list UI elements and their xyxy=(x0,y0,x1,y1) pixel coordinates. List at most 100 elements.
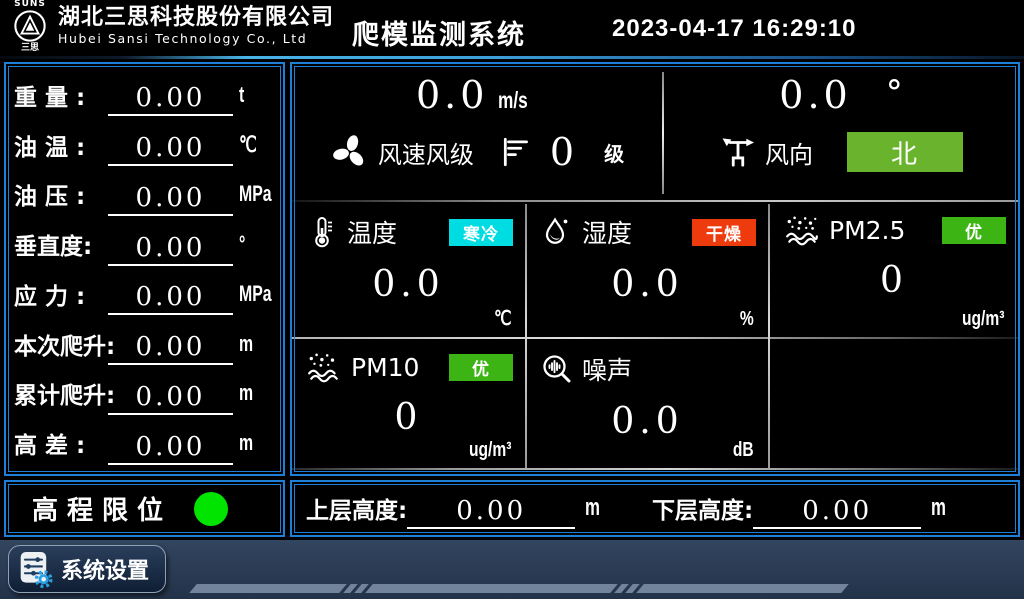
wind-speed-readout: 0.0 m/s xyxy=(292,76,662,114)
wind-direction-label: 风向 xyxy=(765,135,813,170)
metric-label: 高 差 : xyxy=(14,426,106,460)
wind-direction-row: 风向 北 xyxy=(664,132,1018,172)
wind-speed-unit: m/s xyxy=(498,87,528,114)
lower-height-unit: m xyxy=(931,494,946,522)
header: SUNS 三思 湖北三思科技股份有限公司 Hubei Sansi Technol… xyxy=(0,0,1024,56)
sensor-temperature: 温度 寒冷 0.0 ℃ xyxy=(292,202,525,337)
upper-height-label: 上层高度: xyxy=(306,491,407,525)
wind-vane-icon xyxy=(719,133,757,171)
dust-icon xyxy=(306,351,342,383)
logo-cn-text: 三思 xyxy=(6,44,54,53)
metric-unit: m xyxy=(239,331,265,357)
upper-height: 上层高度: 0.00 m xyxy=(306,489,607,527)
metric-value: 0.00 xyxy=(108,382,233,415)
metric-label: 油 压 : xyxy=(14,177,106,211)
status-badge: 干燥 xyxy=(692,219,756,246)
company-name-en: Hubei Sansi Technology Co., Ltd xyxy=(58,31,334,46)
metric-value: 0.00 xyxy=(108,83,233,116)
metric-verticality: 垂直度: 0.00 ° xyxy=(14,221,275,267)
wind-speed-value: 0.0 xyxy=(416,76,488,114)
decorative-strip xyxy=(193,584,845,593)
dust-icon xyxy=(784,214,820,246)
sensor-label: 湿度 xyxy=(582,214,632,250)
metric-label: 应 力 : xyxy=(14,277,106,311)
elevation-limit: 高程限位 xyxy=(6,482,283,535)
company-name: 湖北三思科技股份有限公司 Hubei Sansi Technology Co.,… xyxy=(58,5,334,46)
metric-oil-pressure: 油 压 : 0.00 MPa xyxy=(14,171,275,217)
metric-oil-temp: 油 温 : 0.00 ℃ xyxy=(14,122,275,168)
system-settings-button[interactable]: 系统设置 xyxy=(8,545,166,593)
bottom-bar: 系统设置 xyxy=(0,540,1024,599)
metric-unit: ° xyxy=(239,231,265,257)
status-badge: 寒冷 xyxy=(449,219,513,246)
metric-value: 0.00 xyxy=(108,183,233,216)
sensor-unit: ℃ xyxy=(493,306,511,331)
monitoring-screen: SUNS 三思 湖北三思科技股份有限公司 Hubei Sansi Technol… xyxy=(0,0,1024,599)
sensor-pm10: PM10 优 0 ug/m³ xyxy=(292,339,525,468)
logo-suns-text: SUNS xyxy=(6,0,54,9)
sensor-value: 0.0 xyxy=(292,264,525,305)
elevation-limit-label: 高程限位 xyxy=(32,490,172,527)
metric-unit: MPa xyxy=(239,181,265,207)
wind-direction-degree-unit: ° xyxy=(886,76,903,110)
lower-height-value: 0.00 xyxy=(753,496,921,529)
droplet-icon xyxy=(541,215,573,249)
suns-logo-icon xyxy=(12,9,48,43)
metric-unit: m xyxy=(239,430,265,456)
wind-level-row: 风速风级 0 级 xyxy=(292,132,662,172)
company-logo: SUNS 三思 xyxy=(6,0,54,53)
metric-value: 0.00 xyxy=(108,133,233,166)
settings-icon xyxy=(19,548,53,590)
lower-height: 下层高度: 0.00 m xyxy=(652,489,953,527)
header-divider xyxy=(0,56,1024,59)
settings-button-label: 系统设置 xyxy=(61,553,149,585)
metric-current-climb: 本次爬升: 0.00 m xyxy=(14,321,275,367)
metric-weight: 重 量 : 0.00 t xyxy=(14,72,275,118)
sensor-unit: ug/m³ xyxy=(962,308,1004,331)
metric-label: 油 温 : xyxy=(14,128,106,162)
sensor-unit: ug/m³ xyxy=(469,439,511,462)
wind-direction-readout: 0.0 ° xyxy=(664,76,1018,114)
thermometer-icon xyxy=(306,215,338,249)
wind-level-value: 0 xyxy=(550,133,578,171)
sensor-label: 噪声 xyxy=(582,351,632,387)
layer-heights-panel: 上层高度: 0.00 m 下层高度: 0.00 m xyxy=(290,480,1020,537)
metric-unit: m xyxy=(239,380,265,406)
sensor-humidity: 湿度 干燥 0.0 % xyxy=(527,202,768,337)
wind-level-icon xyxy=(500,134,534,170)
company-name-cn: 湖北三思科技股份有限公司 xyxy=(58,5,334,30)
sensor-header: 噪声 xyxy=(527,339,768,387)
wind-direction-badge: 北 xyxy=(847,132,963,172)
metric-total-climb: 累计爬升: 0.00 m xyxy=(14,370,275,416)
metric-label: 重 量 : xyxy=(14,78,106,112)
sensor-label: PM10 xyxy=(351,353,419,382)
metric-unit: ℃ xyxy=(239,132,265,158)
metric-unit: t xyxy=(239,82,265,108)
sensor-value: 0.0 xyxy=(527,264,768,305)
sensor-label: PM2.5 xyxy=(829,216,905,245)
upper-height-unit: m xyxy=(585,494,600,522)
metrics-panel: 重 量 : 0.00 t 油 温 : 0.00 ℃ 油 压 : 0.00 MPa… xyxy=(4,62,285,476)
grid-divider-horizontal xyxy=(292,468,1018,470)
wind-speed-section: 0.0 m/s 风速风级 0 级 xyxy=(292,64,662,200)
sensor-header: PM2.5 优 xyxy=(770,202,1018,246)
wind-level-unit: 级 xyxy=(604,138,624,167)
noise-icon xyxy=(541,352,573,386)
metric-unit: MPa xyxy=(239,281,265,307)
sensor-value: 0 xyxy=(292,397,525,438)
status-badge: 优 xyxy=(942,217,1006,244)
sensor-value: 0 xyxy=(770,260,1018,301)
environment-panel: 0.0 m/s 风速风级 0 级 xyxy=(290,62,1020,476)
fan-icon xyxy=(330,132,370,172)
metric-value: 0.00 xyxy=(108,233,233,266)
status-badge: 优 xyxy=(449,354,513,381)
metric-height-diff: 高 差 : 0.00 m xyxy=(14,420,275,466)
sensor-value: 0.0 xyxy=(527,401,768,442)
metric-label: 本次爬升: xyxy=(14,327,106,361)
metric-label: 累计爬升: xyxy=(14,376,106,410)
metric-value: 0.00 xyxy=(108,432,233,465)
datetime: 2023-04-17 16:29:10 xyxy=(612,15,857,43)
sensor-header: PM10 优 xyxy=(292,339,525,383)
sensor-unit: % xyxy=(740,308,754,331)
elevation-limit-status-light xyxy=(194,492,228,526)
